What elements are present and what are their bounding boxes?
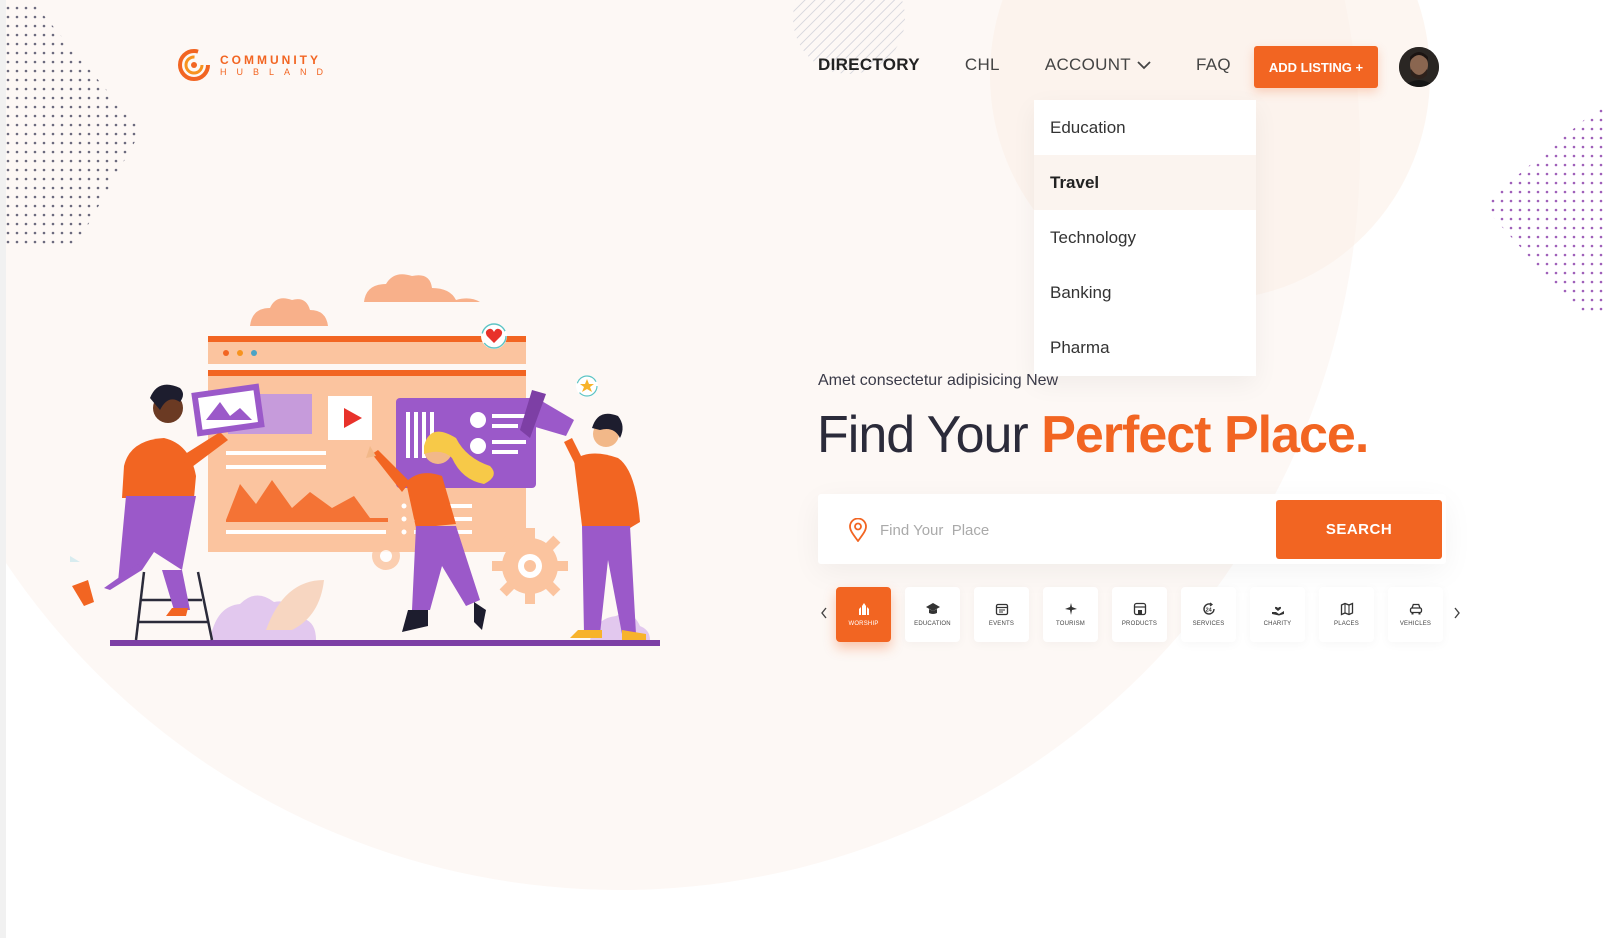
category-charity[interactable]: CHARITY [1250,587,1305,642]
calendar-icon [994,602,1010,616]
category-label: EVENTS [988,621,1015,627]
map-icon [1339,602,1355,616]
hero-headline: Find Your Perfect Place. [817,405,1369,465]
logo-text-line2: HUBLAND [220,66,334,77]
category-carousel: WORSHIP EDUCATION EVENTS TOURISM PRODUCT… [818,587,1463,642]
24h-service-icon: 24 [1201,602,1217,616]
headline-plain: Find Your [817,406,1042,464]
avatar[interactable] [1399,47,1439,87]
person-right-illustration [520,390,646,640]
worship-icon [856,602,872,616]
category-label: WORSHIP [848,621,879,627]
chevron-down-icon [1137,61,1151,70]
nav-label: ACCOUNT [1044,55,1131,74]
search-input[interactable] [878,512,1262,548]
category-vehicles[interactable]: VEHICLES [1388,587,1443,642]
dropdown-item-technology[interactable]: Technology [1034,210,1256,265]
category-services[interactable]: 24 SERVICES [1181,587,1236,642]
page: COMMUNITY HUBLAND DIRECTORY CHL ACCOUNT … [0,0,1612,938]
logo-icon [178,49,210,81]
category-label: PLACES [1334,621,1359,627]
gear-icon [492,528,568,604]
dropdown-item-travel[interactable]: Travel [1034,155,1256,210]
chevron-right-icon [1454,607,1460,619]
logo-text-line1: COMMUNITY [220,52,321,67]
nav-item-account[interactable]: ACCOUNT [1045,55,1151,75]
dropdown-item-pharma[interactable]: Pharma [1034,320,1256,375]
category-label: PRODUCTS [1121,621,1158,627]
dropdown-item-banking[interactable]: Banking [1034,265,1256,320]
category-events[interactable]: EVENTS [974,587,1029,642]
nav-label: DIRECTORY [818,55,920,74]
category-worship[interactable]: WORSHIP [836,587,891,642]
category-tourism[interactable]: TOURISM [1043,587,1098,642]
dropdown-item-education[interactable]: Education [1034,100,1256,155]
search-button[interactable]: SEARCH [1276,500,1442,559]
nav-item-chl[interactable]: CHL [965,55,1000,75]
graduation-cap-icon [925,602,941,616]
car-icon [1408,602,1424,616]
nav-item-directory[interactable]: DIRECTORY [818,55,920,75]
cloud-illustration [250,274,480,326]
category-label: EDUCATION [914,621,951,627]
account-dropdown-menu: Education Travel Technology Banking Phar… [1034,100,1256,376]
charity-hand-icon [1270,602,1286,616]
hero-illustration [70,274,660,646]
category-label: SERVICES [1192,621,1225,627]
nav-item-faq[interactable]: FAQ [1196,55,1231,75]
search-bar: SEARCH [818,494,1446,564]
nav-label: CHL [964,55,1000,74]
category-places[interactable]: PLACES [1319,587,1374,642]
category-label: TOURISM [1056,621,1085,627]
carousel-prev-button[interactable] [818,607,830,622]
main-nav: DIRECTORY CHL ACCOUNT FAQ [818,55,1276,75]
plane-icon [1063,602,1079,616]
hero-tagline: Amet consectetur adipisicing New [818,372,1059,389]
add-listing-button[interactable]: ADD LISTING + [1254,46,1378,88]
user-avatar-icon [1399,47,1439,87]
brand-logo[interactable]: COMMUNITY HUBLAND [176,48,333,82]
headline-accent: Perfect Place. [1041,406,1369,464]
category-label: CHARITY [1263,621,1292,627]
chevron-left-icon [821,607,827,619]
dot-pattern-right [1482,100,1608,315]
category-label: VEHICLES [1399,621,1432,627]
location-pin-icon [849,518,867,542]
dot-pattern-left [6,6,141,246]
svg-text:24: 24 [1205,608,1212,614]
category-education[interactable]: EDUCATION [905,587,960,642]
carousel-next-button[interactable] [1451,607,1463,622]
category-products[interactable]: PRODUCTS [1112,587,1167,642]
browser-window-illustration [208,336,536,552]
shop-icon [1132,602,1148,616]
nav-label: FAQ [1195,55,1231,74]
